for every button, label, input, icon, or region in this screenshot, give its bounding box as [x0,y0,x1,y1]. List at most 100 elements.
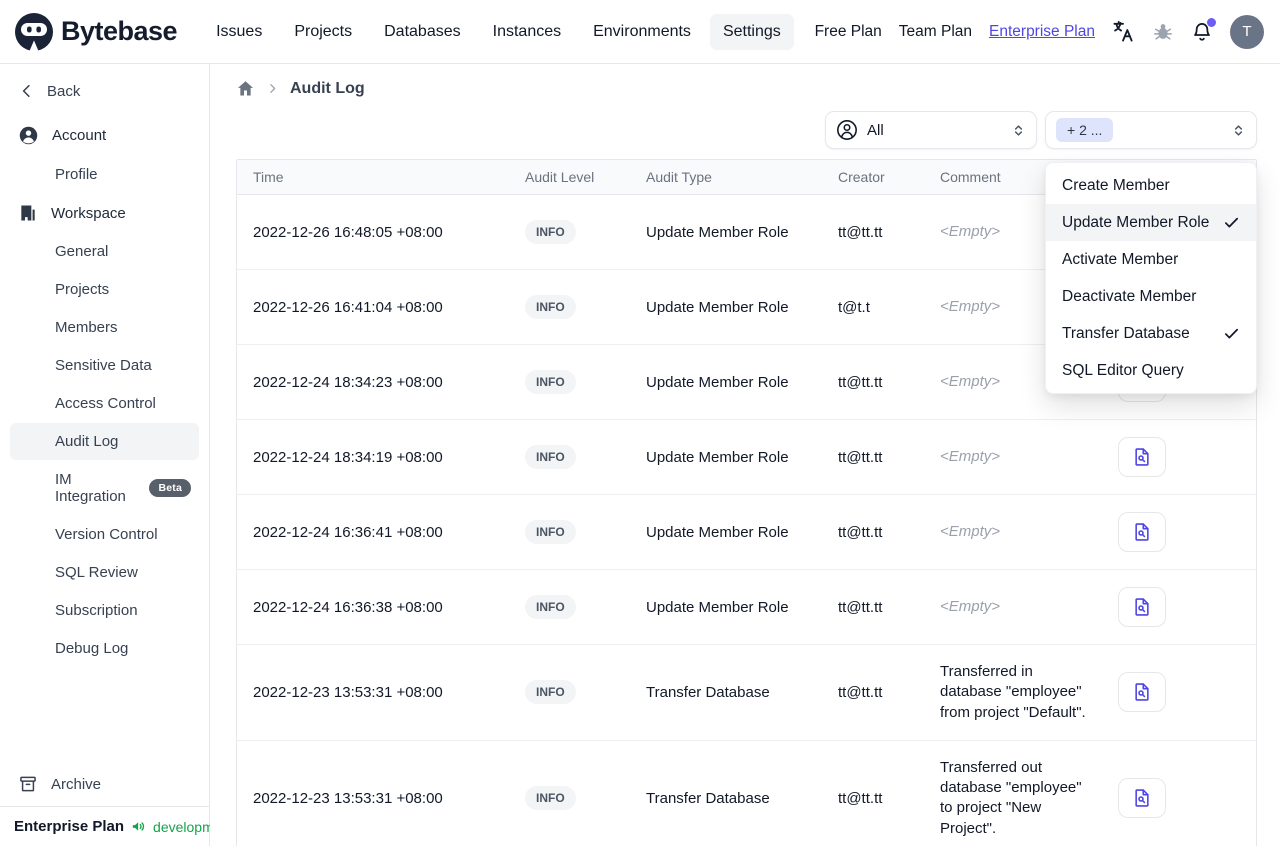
bug-icon[interactable] [1152,21,1174,43]
creator-cell: tt@tt.tt [838,789,883,807]
time-cell: 2022-12-24 18:34:23 +08:00 [237,344,509,420]
level-badge: INFO [525,370,576,394]
creator-cell: tt@tt.tt [822,344,924,420]
archive-box-icon [18,774,38,794]
nav-item-databases[interactable]: Databases [371,14,474,50]
nav-item-settings[interactable]: Settings [709,13,794,50]
menu-item-sql-editor-query[interactable]: SQL Editor Query [1046,352,1256,389]
current-plan-label: Enterprise Plan [14,818,125,835]
sidebar-item-profile[interactable]: Profile [10,156,199,193]
view-payload-button[interactable] [1118,587,1166,627]
sidebar-item-subscription[interactable]: Subscription [10,592,199,629]
sidebar-item-label: General [55,243,109,260]
user-circle-icon [18,125,39,146]
translate-icon[interactable] [1112,20,1135,43]
table-row: 2022-12-24 18:34:19 +08:00 INFO Update M… [237,419,1256,495]
check-icon [1223,325,1240,342]
comment-cell: <Empty> [924,494,1102,570]
level-badge: INFO [525,520,576,544]
level-cell: INFO [509,194,630,270]
view-payload-button[interactable] [1118,512,1166,552]
back-button[interactable]: Back [10,76,199,106]
view-payload-button[interactable] [1118,672,1166,713]
chevron-left-icon [18,82,36,100]
menu-item-label: Deactivate Member [1062,287,1197,305]
level-cell: INFO [509,740,630,846]
sidebar-item-access-control[interactable]: Access Control [10,385,199,422]
type-cell: Update Member Role [630,344,822,420]
free-plan-link[interactable]: Free Plan [815,23,882,41]
topbar-right: Free Plan Team Plan Enterprise Plan T [815,14,1264,49]
sidebar-section-workspace: Workspace [10,194,199,232]
level-cell: INFO [509,269,630,345]
menu-item-label: SQL Editor Query [1062,361,1184,379]
col-time: Time [237,160,509,195]
type-cell: Update Member Role [630,494,822,570]
sidebar-section-account: Account [10,116,199,155]
sidebar-item-sql-review[interactable]: SQL Review [10,554,199,591]
level-cell: INFO [509,344,630,420]
team-plan-link[interactable]: Team Plan [899,23,972,41]
menu-item-label: Create Member [1062,176,1170,194]
building-icon [18,203,38,223]
nav-item-issues[interactable]: Issues [203,14,275,50]
enterprise-plan-link[interactable]: Enterprise Plan [989,23,1095,41]
actions-cell [1102,494,1256,570]
speaker-icon[interactable] [130,818,147,835]
menu-item-label: Activate Member [1062,250,1179,268]
bell-icon[interactable] [1191,17,1216,43]
workspace-items: General Projects Members Sensitive Data … [10,233,199,667]
actions-cell [1102,569,1256,645]
file-search-icon [1132,788,1152,808]
creator-cell: tt@tt.tt [822,194,924,270]
sidebar-item-members[interactable]: Members [10,309,199,346]
updown-icon [1011,123,1026,138]
sidebar-item-version-control[interactable]: Version Control [10,516,199,553]
audit-type-count-tag: + 2 ... [1056,118,1114,142]
sidebar-item-label: Version Control [55,526,158,543]
file-search-icon [1132,447,1152,467]
menu-item-transfer-database[interactable]: Transfer Database [1046,315,1256,352]
sidebar-item-debug-log[interactable]: Debug Log [10,630,199,667]
logo-icon [14,12,54,52]
archive-button[interactable]: Archive [0,762,209,806]
sidebar-item-sensitive-data[interactable]: Sensitive Data [10,347,199,384]
audit-type-filter-select[interactable]: + 2 ... [1045,111,1257,149]
view-payload-button[interactable] [1118,778,1166,819]
table-row: 2022-12-23 13:53:31 +08:00 INFO Transfer… [237,740,1256,846]
level-badge: INFO [525,220,576,244]
sidebar-item-label: SQL Review [55,564,138,581]
sidebar-item-im-integration[interactable]: IM Integration Beta [10,461,199,515]
sidebar-item-audit-log[interactable]: Audit Log [10,423,199,460]
time-cell: 2022-12-23 13:53:31 +08:00 [237,644,509,741]
bytebase-logo[interactable]: Bytebase [14,12,178,52]
creator-cell: tt@tt.tt [822,644,924,741]
menu-item-deactivate-member[interactable]: Deactivate Member [1046,278,1256,315]
creator-cell: tt@tt.tt [822,419,924,495]
table-row: 2022-12-24 16:36:38 +08:00 INFO Update M… [237,569,1256,645]
settings-sidebar: Back Account Profile Workspace General P… [0,64,233,846]
top-header: Bytebase Issues Projects Databases Instance… [0,0,1280,64]
sidebar-item-projects[interactable]: Projects [10,271,199,308]
level-badge: INFO [525,445,576,469]
level-cell: INFO [509,569,630,645]
table-row: 2022-12-23 13:53:31 +08:00 INFO Transfer… [237,644,1256,741]
plan-bar: Enterprise Plan development [0,806,233,846]
nav-item-environments[interactable]: Environments [580,14,704,50]
sidebar-item-general[interactable]: General [10,233,199,270]
level-badge: INFO [525,786,576,811]
menu-item-update-member-role[interactable]: Update Member Role [1046,204,1256,241]
menu-item-activate-member[interactable]: Activate Member [1046,241,1256,278]
account-items: Profile [10,156,199,193]
creator-cell: tt@tt.tt [822,569,924,645]
level-badge: INFO [525,680,576,705]
level-cell: INFO [509,494,630,570]
creator-filter-select[interactable]: All [825,111,1037,149]
home-icon[interactable] [236,79,255,98]
menu-item-create-member[interactable]: Create Member [1046,167,1256,204]
view-payload-button[interactable] [1118,437,1166,477]
nav-item-instances[interactable]: Instances [480,14,574,50]
avatar[interactable]: T [1230,14,1264,49]
nav-item-projects[interactable]: Projects [281,14,365,50]
file-search-icon [1132,522,1152,542]
